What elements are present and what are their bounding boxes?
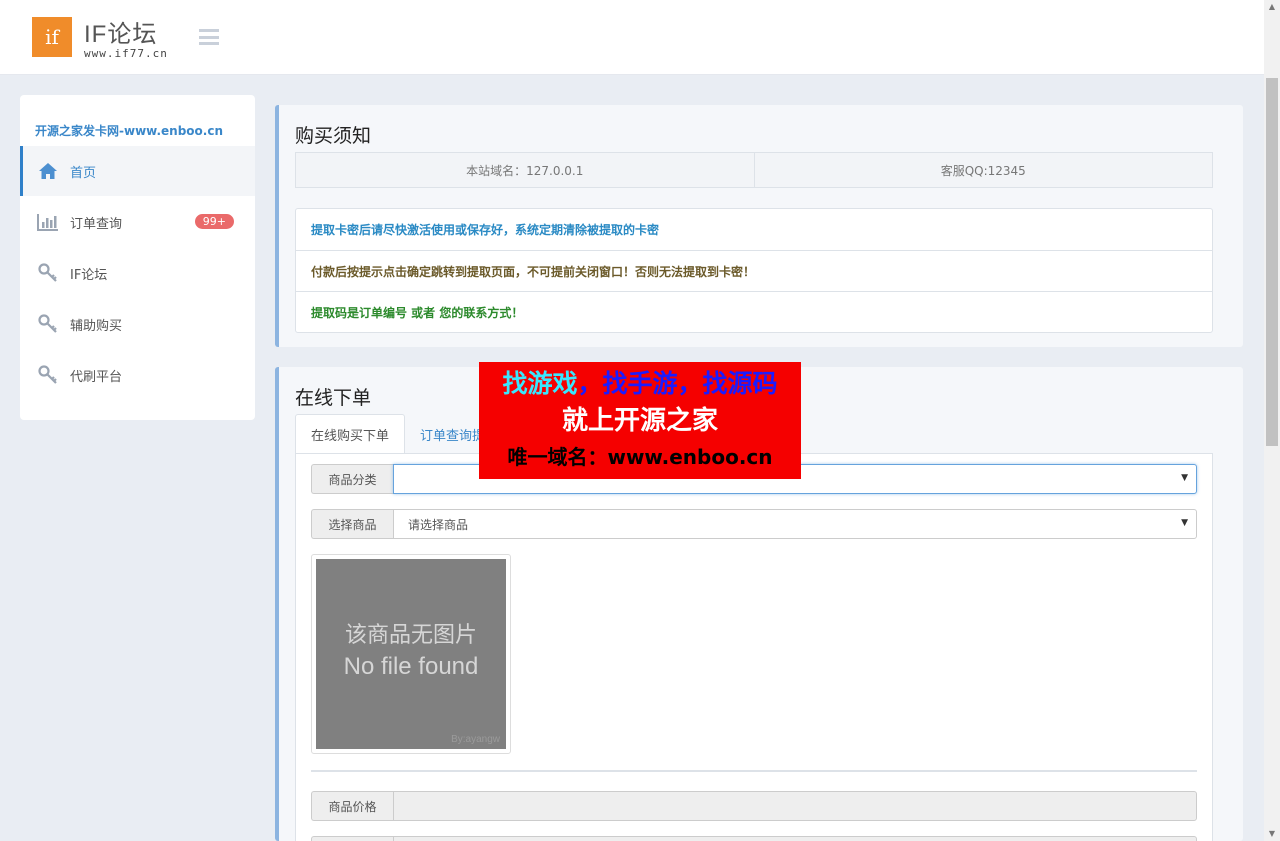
no-image-text-cn: 该商品无图片 — [344, 623, 477, 648]
sidebar-item-label: 订单查询 — [70, 216, 123, 232]
sidebar: 开源之家发卡网-www.enboo.cn 首页 订单查询 99+ IF论坛 辅助… — [20, 95, 255, 420]
price-field — [393, 791, 1197, 821]
product-row: 选择商品 请选择商品 ▼ — [311, 509, 1197, 539]
site-info-row: 本站域名：127.0.0.1 客服QQ:12345 — [295, 152, 1213, 188]
sidebar-item-orders[interactable]: 订单查询 99+ — [20, 197, 255, 247]
sidebar-item-label: 代刷平台 — [70, 369, 123, 385]
price-label: 商品价格 — [311, 791, 393, 821]
logo-mark-text: if — [45, 25, 59, 49]
sidebar-item-label: 首页 — [70, 165, 97, 181]
ad-line-1-rest: ，找手游，找源码 — [577, 369, 778, 398]
key-icon — [36, 365, 60, 385]
chevron-down-icon: ▼ — [1181, 473, 1188, 483]
notice-list: 提取卡密后请尽快激活使用或保存好，系统定期清除被提取的卡密 付款后按提示点击确定… — [295, 208, 1213, 333]
tab-online-purchase[interactable]: 在线购买下单 — [295, 414, 406, 454]
menu-toggle-icon[interactable] — [199, 29, 219, 45]
ad-banner[interactable]: 找游戏，找手游，找源码 就上开源之家 唯一域名：www.enboo.cn — [479, 362, 801, 479]
panel-title: 购买须知 — [295, 126, 372, 147]
image-credit: By:ayangw — [451, 734, 500, 745]
sidebar-item-home[interactable]: 首页 — [20, 146, 255, 196]
product-label: 选择商品 — [311, 509, 393, 539]
site-domain: 本站域名：127.0.0.1 — [466, 163, 584, 178]
ad-line-2: 就上开源之家 — [561, 406, 718, 436]
purchase-notice-panel: 购买须知 本站域名：127.0.0.1 客服QQ:12345 提取卡密后请尽快激… — [275, 105, 1243, 347]
support-qq: 客服QQ:12345 — [753, 153, 1213, 187]
site-name: 开源之家发卡网-www.enboo.cn — [35, 124, 224, 138]
list-item: 提取卡密后请尽快激活使用或保存好，系统定期清除被提取的卡密 — [311, 223, 660, 237]
chevron-down-icon: ▼ — [1181, 518, 1188, 528]
scroll-up-arrow-icon[interactable]: ▲ — [1264, 0, 1280, 14]
ad-line-1: 找游戏，找手游，找源码 — [479, 368, 801, 400]
category-label: 商品分类 — [311, 464, 393, 494]
tab-content: 商品分类 ▼ 选择商品 请选择商品 ▼ 该商品无图片 No file found… — [295, 453, 1213, 841]
sidebar-item-assist-purchase[interactable]: 辅助购买 — [20, 299, 255, 349]
logo-mark[interactable]: if — [32, 17, 72, 57]
logo-title[interactable]: IF论坛 — [84, 14, 157, 49]
sidebar-item-label: IF论坛 — [70, 267, 108, 283]
ad-line-3: 唯一域名：www.enboo.cn — [507, 445, 773, 469]
home-icon — [36, 161, 60, 181]
next-row-field — [393, 836, 1197, 841]
key-icon — [36, 263, 60, 283]
product-image: 该商品无图片 No file found By:ayangw — [311, 554, 511, 754]
order-tabs: 在线购买下单 订单查询提 — [295, 414, 500, 454]
order-count-badge: 99+ — [194, 214, 234, 229]
product-select-value: 请选择商品 — [408, 517, 469, 532]
ad-line-1-highlight: 找游戏 — [502, 369, 578, 398]
no-image-placeholder: 该商品无图片 No file found By:ayangw — [316, 559, 506, 749]
page-scrollbar[interactable]: ▲ ▼ — [1264, 0, 1280, 841]
bar-chart-icon — [36, 212, 60, 232]
next-row-label — [311, 836, 393, 841]
no-image-text-en: No file found — [343, 653, 479, 680]
sidebar-item-boost-platform[interactable]: 代刷平台 — [20, 350, 255, 400]
divider — [311, 770, 1197, 772]
product-select[interactable]: 请选择商品 ▼ — [393, 509, 1197, 539]
list-item: 付款后按提示点击确定跳转到提取页面，不可提前关闭窗口！否则无法提取到卡密！ — [296, 250, 1212, 291]
logo-subtitle: www.if77.cn — [84, 47, 168, 60]
next-row — [311, 836, 1197, 841]
scroll-thumb[interactable] — [1266, 78, 1278, 446]
list-item: 提取码是订单编号 或者 您的联系方式！ — [296, 291, 1212, 332]
scroll-down-arrow-icon[interactable]: ▼ — [1264, 827, 1280, 841]
panel-title: 在线下单 — [295, 388, 372, 409]
key-icon — [36, 314, 60, 334]
price-row: 商品价格 — [311, 791, 1197, 821]
sidebar-item-label: 辅助购买 — [70, 318, 123, 334]
top-header: if IF论坛 www.if77.cn — [0, 0, 1264, 75]
sidebar-item-if-forum[interactable]: IF论坛 — [20, 248, 255, 298]
